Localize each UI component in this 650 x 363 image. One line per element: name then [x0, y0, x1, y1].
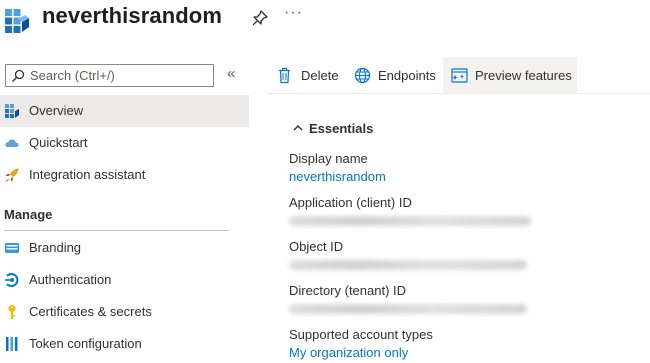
- display-name-label: Display name: [289, 151, 368, 166]
- pin-icon[interactable]: [251, 9, 269, 27]
- sidebar-item-label: Integration assistant: [29, 167, 146, 182]
- search-input[interactable]: Search (Ctrl+/): [5, 64, 214, 87]
- sidebar-item-label: Certificates & secrets: [29, 304, 152, 319]
- search-placeholder: Search (Ctrl+/): [30, 68, 115, 83]
- tenant-id-label: Directory (tenant) ID: [289, 283, 407, 298]
- page-title: neverthisrandom: [42, 3, 222, 28]
- more-options-button[interactable]: ···: [284, 4, 303, 22]
- overview-grid-icon: [5, 104, 19, 118]
- sidebar-item-certificates-secrets[interactable]: Certificates & secrets: [0, 296, 249, 328]
- sidebar-item-overview[interactable]: Overview: [0, 95, 249, 127]
- account-types-link[interactable]: My organization only: [289, 345, 408, 360]
- client-id-redacted: [289, 216, 531, 226]
- cloud-icon: [5, 139, 19, 147]
- collapse-sidebar-button[interactable]: «: [227, 65, 235, 82]
- essentials-toggle[interactable]: Essentials: [293, 121, 373, 136]
- tenant-id-redacted: [289, 304, 527, 314]
- display-name-link[interactable]: neverthisrandom: [289, 169, 386, 184]
- rocket-icon: [5, 168, 19, 182]
- authentication-icon: [5, 273, 19, 287]
- preview-features-button[interactable]: Preview features: [443, 57, 577, 93]
- sidebar-item-quickstart[interactable]: Quickstart: [0, 127, 249, 159]
- trash-icon: [279, 67, 290, 84]
- app-registration-icon: [5, 9, 29, 33]
- endpoints-button[interactable]: Endpoints: [346, 57, 442, 93]
- sidebar-item-label: Authentication: [29, 272, 112, 287]
- sidebar-item-integration-assistant[interactable]: Integration assistant: [0, 159, 249, 191]
- branding-icon: [5, 243, 19, 253]
- key-icon: [8, 305, 16, 319]
- sidebar-item-label: Quickstart: [29, 135, 88, 150]
- endpoints-label: Endpoints: [378, 68, 436, 83]
- delete-label: Delete: [301, 68, 339, 83]
- sidebar-item-label: Token configuration: [29, 336, 142, 351]
- search-icon: [12, 69, 25, 82]
- sidebar-item-authentication[interactable]: Authentication: [0, 264, 249, 296]
- sidebar-item-label: Branding: [29, 240, 82, 255]
- sidebar-divider: [4, 230, 229, 231]
- preview-features-icon: [451, 68, 468, 83]
- delete-button[interactable]: Delete: [268, 57, 346, 93]
- essentials-heading: Essentials: [309, 121, 374, 136]
- toolbar-divider: [268, 93, 650, 94]
- sidebar-item-label: Overview: [29, 103, 84, 118]
- globe-icon: [354, 67, 371, 84]
- sidebar-item-token-configuration[interactable]: Token configuration: [0, 328, 249, 360]
- sidebar-item-branding[interactable]: Branding: [0, 232, 249, 264]
- object-id-redacted: [289, 260, 527, 270]
- client-id-label: Application (client) ID: [289, 195, 412, 210]
- chevron-up-icon: [293, 125, 303, 131]
- token-bars-icon: [6, 337, 18, 351]
- preview-features-label: Preview features: [475, 68, 572, 83]
- account-types-label: Supported account types: [289, 327, 433, 342]
- object-id-label: Object ID: [289, 239, 344, 254]
- manage-heading: Manage: [4, 207, 53, 222]
